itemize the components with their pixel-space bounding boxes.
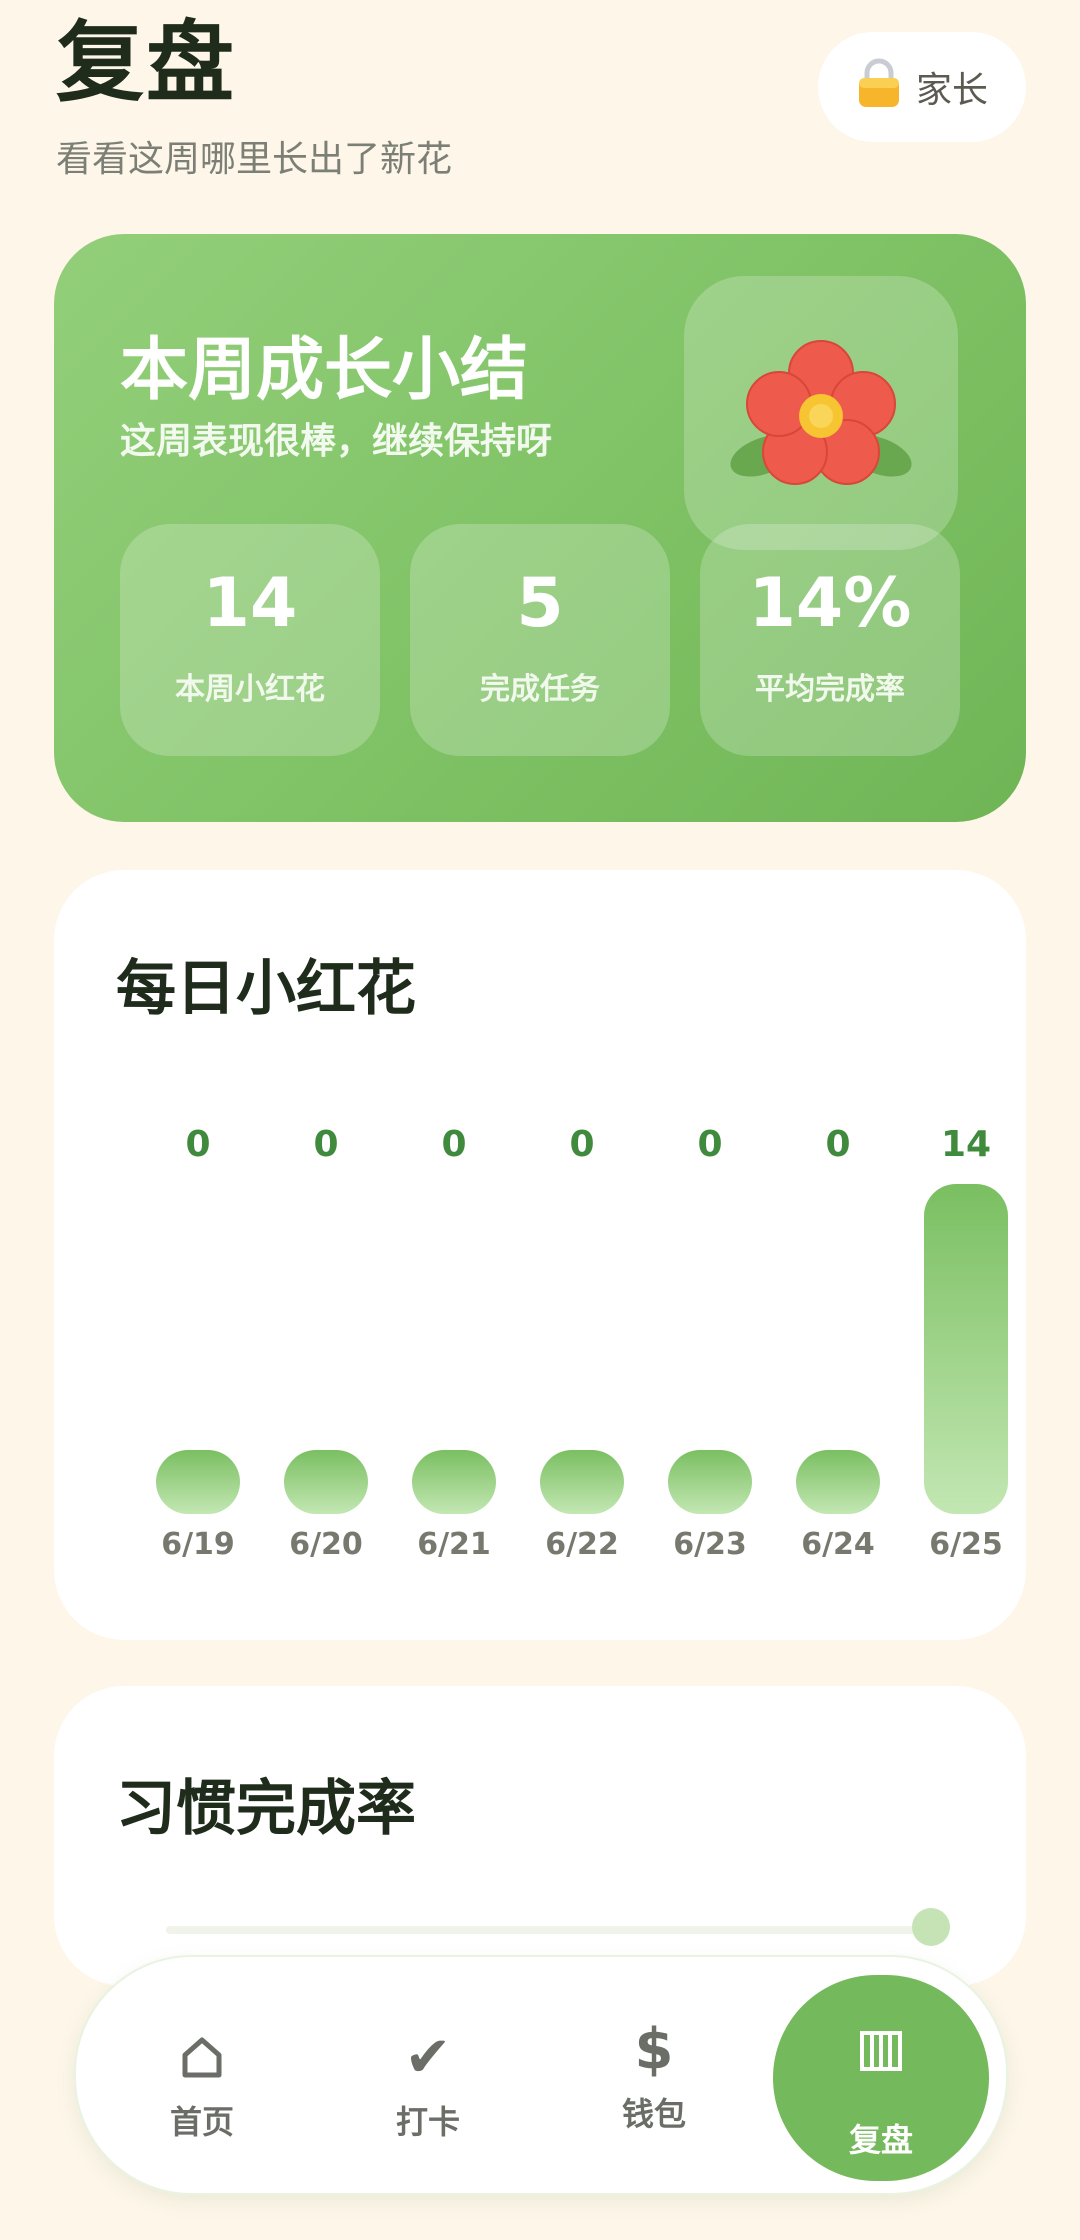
stat-rate: 14% 平均完成率 [700,524,960,756]
chart-value-label: 0 [825,1124,850,1165]
stat-label: 平均完成率 [755,672,905,707]
flower-badge [684,276,958,550]
lock-icon [856,58,902,117]
daily-flowers-card: 每日小红花 0 6/19 0 6/20 0 6/21 0 6/22 0 6/23 0 6/24 14 6/… [54,870,1026,1640]
nav-item-review[interactable]: 复盘 [773,1975,989,2181]
chart-category-label: 6/21 [417,1527,491,1562]
bottom-nav: 首页 ✔ 打卡 $ 钱包 复盘 [74,1955,1008,2195]
nav-label: 打卡 [395,2103,460,2141]
chart-bar [924,1184,1008,1514]
habit-progress-knob [912,1908,950,1946]
chart-category-label: 6/22 [545,1527,619,1562]
habit-title: 习惯完成率 [116,1774,416,1844]
chart-value-label: 14 [941,1124,991,1165]
nav-label: 钱包 [621,2095,686,2133]
chart-category-label: 6/19 [161,1527,235,1562]
chart-category-label: 6/20 [289,1527,363,1562]
nav-item-wallet[interactable]: $ 钱包 [554,1957,754,2193]
habit-progress-track [166,1926,926,1934]
page-subtitle: 看看这周哪里长出了新花 [56,139,453,180]
habit-completion-card: 习惯完成率 [54,1686,1026,1986]
stat-label: 完成任务 [480,672,600,707]
red-flower-icon [730,340,912,485]
stat-value: 14% [748,564,912,643]
summary-subtitle: 这周表现很棒，继续保持呀 [120,421,553,462]
daily-bar-chart: 0 6/19 0 6/20 0 6/21 0 6/22 0 6/23 0 6/24 14 6/25 [156,1124,1008,1562]
stat-value: 14 [202,564,298,643]
stat-tasks: 5 完成任务 [410,524,670,756]
chart-bar [284,1450,368,1514]
stat-value: 5 [516,564,564,643]
chart-value-label: 0 [569,1124,594,1165]
chart-bar [796,1450,880,1514]
summary-title: 本周成长小结 [120,331,529,410]
nav-label: 复盘 [848,2121,913,2159]
nav-item-checkin[interactable]: ✔ 打卡 [328,1957,528,2193]
page-title: 复盘 [56,11,237,114]
chart-category-label: 6/24 [801,1527,875,1562]
home-icon [102,2027,302,2087]
check-icon: ✔ [404,2024,452,2090]
chart-bar [540,1450,624,1514]
stat-flowers: 14 本周小红花 [120,524,380,756]
chart-value-label: 0 [441,1124,466,1165]
nav-label: 首页 [169,2103,234,2141]
chart-value-label: 0 [697,1124,722,1165]
chart-value-label: 0 [313,1124,338,1165]
chart-bar [412,1450,496,1514]
chart-category-label: 6/23 [673,1527,747,1562]
chart-category-label: 6/25 [929,1527,1003,1562]
parent-button[interactable]: 家长 [818,32,1026,142]
chart-value-label: 0 [185,1124,210,1165]
chart-bar [156,1450,240,1514]
chart-bar [668,1450,752,1514]
parent-button-label: 家长 [915,70,988,111]
nav-item-home[interactable]: 首页 [102,1957,302,2193]
review-bars-icon [773,2031,989,2071]
dollar-icon: $ [634,2016,674,2082]
stat-label: 本周小红花 [175,672,325,707]
weekly-summary-card: 本周成长小结 这周表现很棒，继续保持呀 14 本周小红花 5 完成任务 14% … [54,234,1026,822]
